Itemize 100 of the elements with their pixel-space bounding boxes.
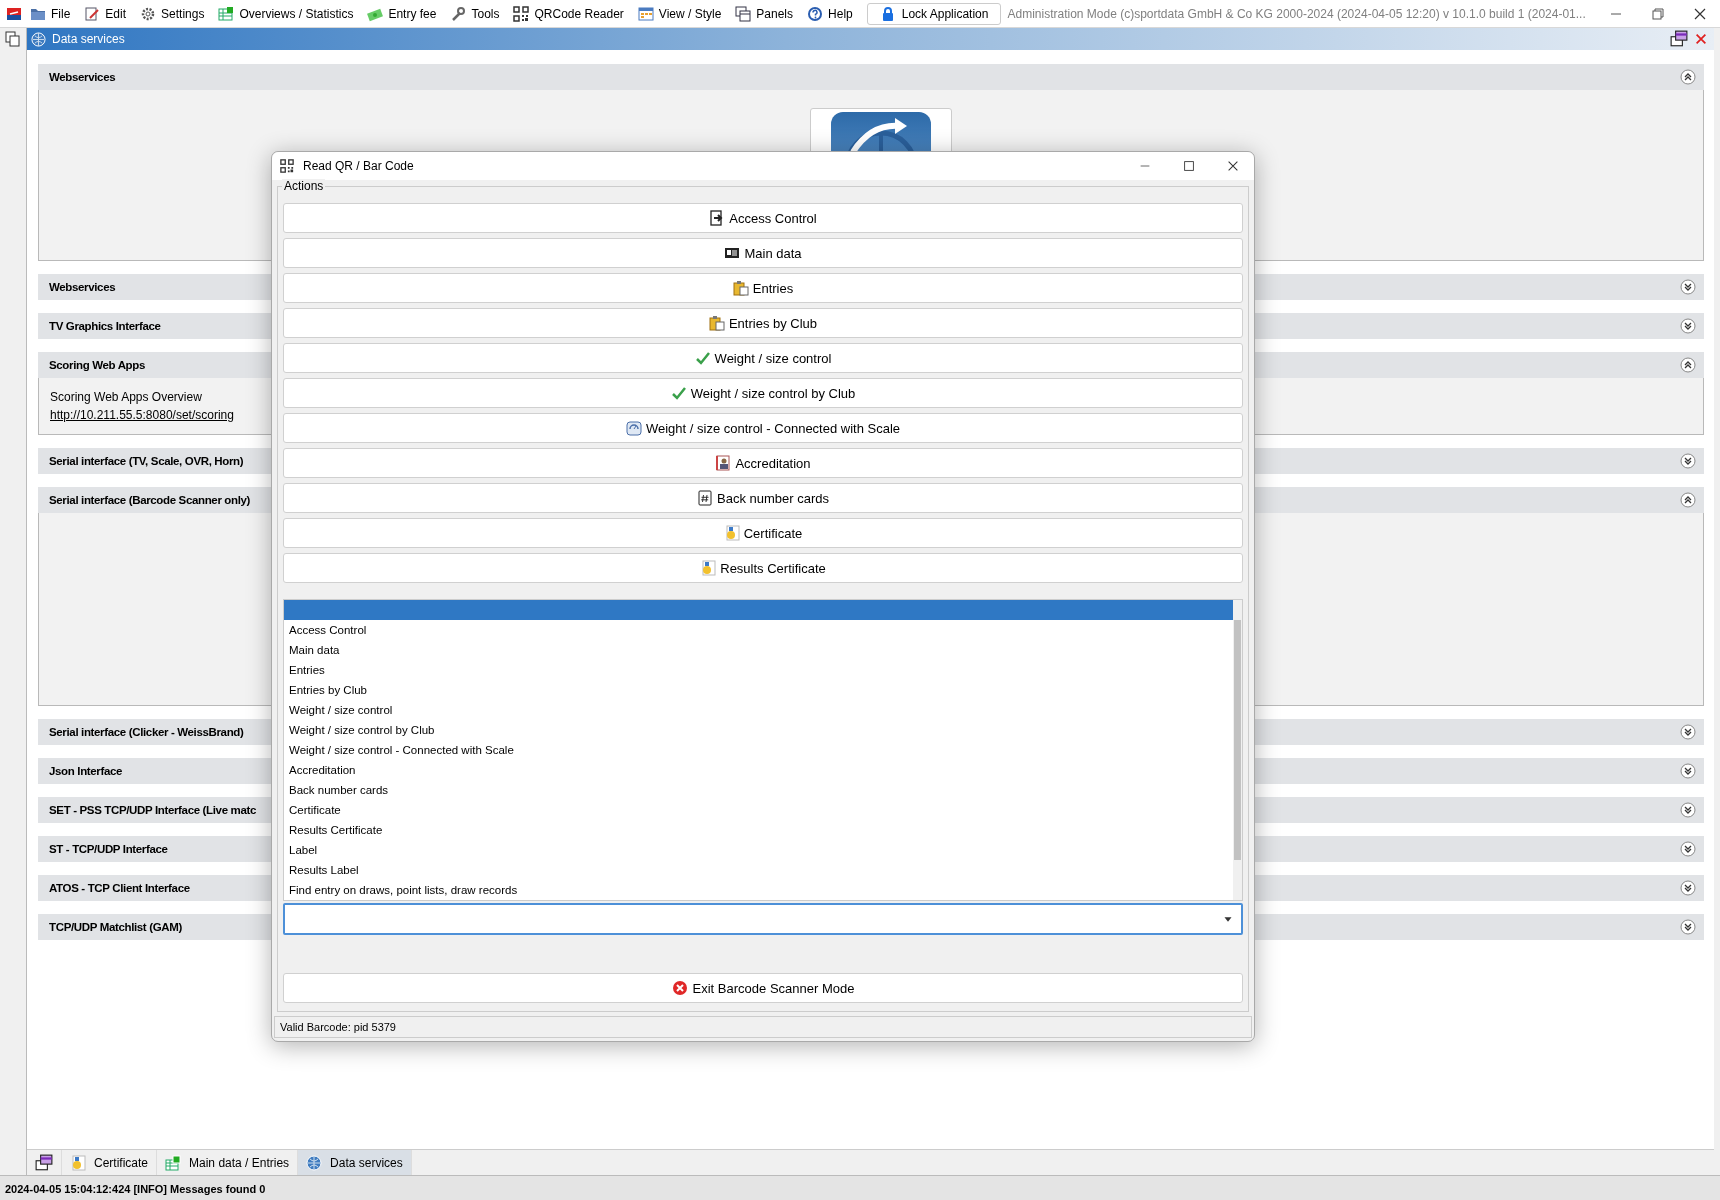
menu-item[interactable]: Edit [78, 1, 133, 26]
action-button[interactable]: Weight / size control by Club [283, 378, 1243, 409]
action-button[interactable]: Accreditation [283, 448, 1243, 479]
expand-icon[interactable] [1680, 763, 1696, 779]
dropdown-option[interactable]: Find entry on draws, point lists, draw records [284, 880, 1233, 901]
badge-icon [715, 455, 732, 472]
menu-item[interactable]: Overviews / Statistics [212, 1, 360, 26]
app-logo-icon [6, 5, 22, 22]
clipboard-icon [732, 280, 749, 297]
action-button[interactable]: Main data [283, 238, 1243, 269]
dropdown-option[interactable]: Results Label [284, 860, 1233, 881]
dropdown-option[interactable]: Results Certificate [284, 820, 1233, 841]
dialog-title: Read QR / Bar Code [303, 159, 415, 174]
globe-icon [306, 1154, 323, 1171]
action-dropdown[interactable] [283, 903, 1243, 936]
menu-item[interactable]: File [24, 1, 77, 26]
section-title: Serial interface (TV, Scale, OVR, Horn) [49, 455, 244, 467]
section-title: Serial interface (Clicker - WeissBrand) [49, 726, 244, 738]
action-button[interactable]: Entries by Club [283, 308, 1243, 339]
menu-item[interactable]: Tools [444, 1, 506, 26]
clipboard-icon [708, 315, 725, 332]
menu-item[interactable]: QRCode Reader [507, 1, 630, 26]
dropdown-option[interactable]: Label [284, 840, 1233, 861]
cascade-windows-icon[interactable] [1670, 30, 1688, 48]
dropdown-option[interactable]: Weight / size control by Club [284, 720, 1233, 741]
action-button[interactable]: Weight / size control [283, 343, 1243, 374]
panels-icon [735, 5, 752, 22]
menu-item[interactable]: Panels [729, 1, 800, 26]
app-info-text: Administration Mode (c)sportdata GmbH & Co KG 2000-2024 (2024-04-05 12:20) v 10.1.0 build 1 (2024-01... [1007, 6, 1587, 21]
help-icon [807, 5, 824, 22]
restore-icon[interactable] [1650, 5, 1666, 22]
dropdown-option[interactable]: Entries by Club [284, 680, 1233, 701]
expand-icon[interactable] [1680, 318, 1696, 334]
window-tab[interactable]: Data services [298, 1150, 412, 1175]
grid-window-icon [637, 5, 654, 22]
dropdown-option[interactable]: Accreditation [284, 760, 1233, 781]
expand-icon[interactable] [1680, 279, 1696, 295]
scrollbar[interactable] [1233, 600, 1242, 901]
section-title: Webservices [49, 281, 116, 293]
action-button[interactable]: Back number cards [283, 483, 1243, 514]
action-button[interactable]: Access Control [283, 203, 1243, 234]
qr-code-icon [280, 159, 294, 174]
medal-document-icon [723, 525, 740, 542]
number-document-icon [697, 490, 713, 507]
action-button[interactable]: Weight / size control - Connected with Scale [283, 413, 1243, 444]
log-message: 2024-04-05 15:04:12:424 [INFO] Messages found 0 [5, 1183, 266, 1195]
dropdown-option[interactable]: Access Control [284, 620, 1233, 641]
pencil-document-icon [84, 5, 101, 22]
scale-icon [625, 420, 642, 437]
action-button[interactable]: Entries [283, 273, 1243, 304]
collapse-icon[interactable] [1680, 69, 1696, 85]
exit-button[interactable]: Exit Barcode Scanner Mode [283, 973, 1243, 1004]
dropdown-option[interactable]: Weight / size control [284, 700, 1233, 721]
menu-item[interactable]: Settings [134, 1, 211, 26]
globe-icon [31, 31, 46, 47]
maximize-icon[interactable] [1182, 159, 1196, 174]
overview-label: Scoring Web Apps Overview [50, 390, 202, 404]
expand-icon[interactable] [1680, 802, 1696, 818]
dropdown-option[interactable]: Certificate [284, 800, 1233, 821]
medal-document-icon [700, 560, 717, 577]
menu-item[interactable]: View / Style [631, 1, 728, 26]
table-check-icon [218, 5, 235, 22]
close-circle-icon [671, 980, 688, 997]
section-title: TV Graphics Interface [49, 320, 161, 332]
cascade-windows-icon[interactable] [35, 1153, 53, 1172]
scoring-link[interactable]: http://10.211.55.5:8080/set/scoring [50, 408, 234, 422]
menu-item[interactable]: Entry fee [361, 1, 443, 26]
dropdown-option[interactable]: Weight / size control - Connected with Scale [284, 740, 1233, 761]
section-title: Webservices [49, 71, 116, 83]
dropdown-option[interactable]: Main data [284, 640, 1233, 661]
check-icon [694, 350, 711, 367]
status-text: Valid Barcode: pid 5379 [280, 1021, 396, 1034]
section-title: Json Interface [49, 765, 123, 777]
highlighted-option[interactable] [284, 600, 1233, 621]
section-title: SET - PSS TCP/UDP Interface (Live matc [49, 804, 256, 816]
menu-item[interactable]: Help [801, 1, 859, 26]
certificate-icon [70, 1154, 86, 1171]
section-title: TCP/UDP Matchlist (GAM) [49, 921, 182, 933]
section-header[interactable]: Webservices [38, 64, 1704, 90]
dropdown-option[interactable]: Entries [284, 660, 1233, 681]
expand-icon[interactable] [1680, 880, 1696, 896]
expand-icon[interactable] [1680, 724, 1696, 740]
collapse-icon[interactable] [1680, 357, 1696, 373]
lock-application-button[interactable]: Lock Application [866, 2, 1002, 25]
action-button[interactable]: Certificate [283, 518, 1243, 549]
expand-icon[interactable] [1680, 453, 1696, 469]
windows-icon[interactable] [5, 31, 21, 47]
section-title: ATOS - TCP Client Interface [49, 882, 190, 894]
table-check-icon [165, 1154, 182, 1171]
window-title: Data services [52, 32, 125, 46]
check-icon [670, 385, 687, 402]
section-title: ST - TCP/UDP Interface [49, 843, 168, 855]
qr-code-icon [513, 5, 530, 22]
collapse-icon[interactable] [1680, 492, 1696, 508]
section-title: Scoring Web Apps [49, 359, 145, 371]
expand-icon[interactable] [1680, 919, 1696, 935]
expand-icon[interactable] [1680, 841, 1696, 857]
action-button[interactable]: Results Certificate [283, 553, 1243, 584]
dropdown-option[interactable]: Back number cards [284, 780, 1233, 801]
gear-icon [140, 5, 157, 22]
